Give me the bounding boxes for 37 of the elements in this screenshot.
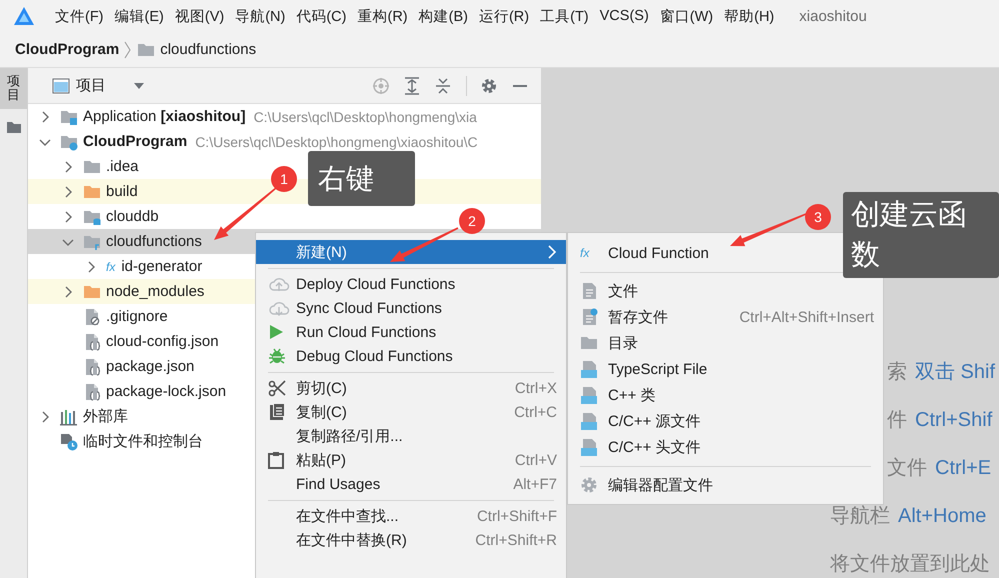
item-path: C:\Users\qcl\Desktop\hongmeng\xia bbox=[254, 108, 477, 124]
callout-tooltip: 创建云函数 bbox=[843, 192, 999, 278]
shortcut-label: Alt+F7 bbox=[513, 476, 557, 492]
hint-label: 索 bbox=[887, 360, 907, 384]
item-label: .gitignore bbox=[106, 308, 168, 325]
hint-shortcut: Alt+Home bbox=[898, 504, 986, 528]
item-label: 外部库 bbox=[83, 407, 128, 426]
item-label: node_modules bbox=[106, 283, 204, 300]
project-name: xiaoshitou bbox=[799, 8, 867, 24]
item-label: package.json bbox=[106, 358, 194, 375]
hint-shortcut: Ctrl+E bbox=[935, 456, 992, 480]
hint-label: 件 bbox=[887, 408, 907, 432]
item-label: id-generator bbox=[121, 258, 202, 275]
shortcut-label: Ctrl+X bbox=[514, 380, 557, 396]
callout-tooltip: 右键 bbox=[308, 151, 415, 206]
function-icon: fx bbox=[580, 246, 590, 260]
hint-label: 将文件放置到此处 bbox=[830, 552, 990, 576]
shortcut-label: Ctrl+V bbox=[514, 452, 557, 468]
item-label: 临时文件和控制台 bbox=[83, 432, 203, 451]
shortcut-label: Ctrl+C bbox=[514, 404, 557, 420]
hint-label: 文件 bbox=[887, 456, 927, 480]
shortcut-label: Ctrl+Shift+R bbox=[475, 532, 557, 548]
item-label: build bbox=[106, 183, 138, 200]
item-path: C:\Users\qcl\Desktop\hongmeng\xiaoshitou\C bbox=[195, 134, 478, 150]
item-label: cloud-config.json bbox=[106, 333, 219, 350]
item-label: .idea bbox=[106, 158, 139, 175]
hint-shortcut: 双击 Shif bbox=[915, 360, 996, 384]
shortcut-label: Ctrl+Alt+Shift+Insert bbox=[739, 308, 874, 326]
item-label: clouddb bbox=[106, 208, 159, 225]
item-label: package-lock.json bbox=[106, 383, 226, 400]
function-icon: fx bbox=[106, 260, 116, 274]
item-label: Application [xiaoshitou] bbox=[83, 108, 246, 125]
shortcut-label: Ctrl+Shift+F bbox=[476, 508, 557, 524]
item-label: cloudfunctions bbox=[106, 233, 202, 250]
hint-label: 导航栏 bbox=[830, 504, 890, 528]
item-label: CloudProgram bbox=[83, 133, 188, 150]
hint-shortcut: Ctrl+Shif bbox=[915, 408, 992, 432]
